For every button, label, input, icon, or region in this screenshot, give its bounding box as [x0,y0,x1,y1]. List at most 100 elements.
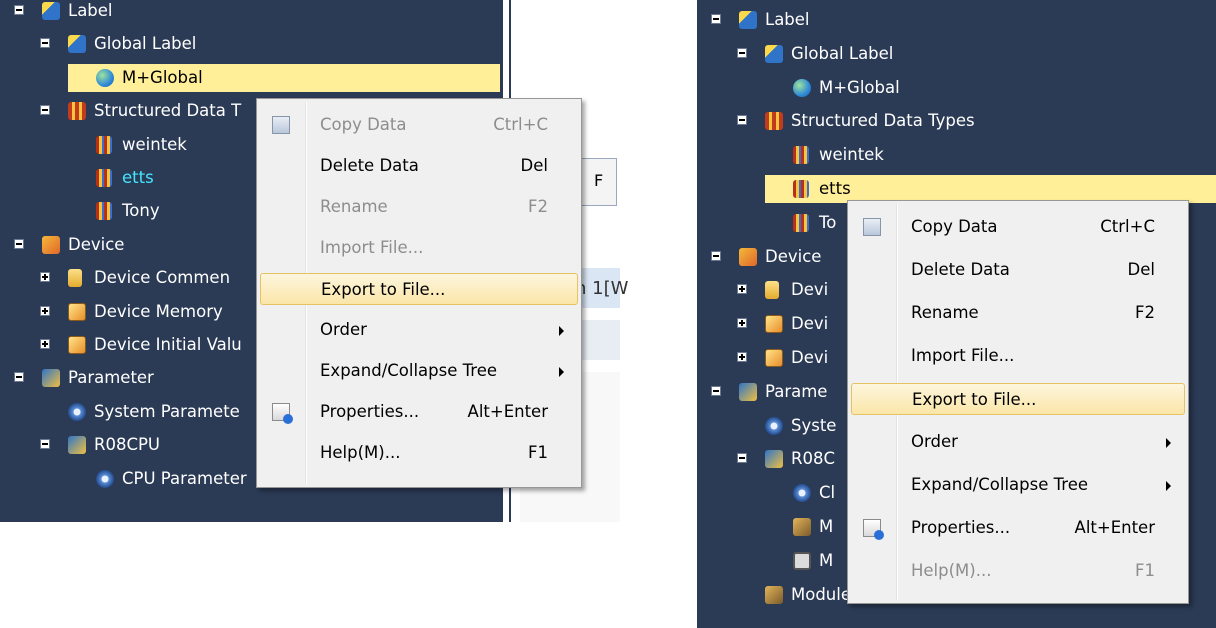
submenu-arrow-icon [559,367,564,377]
struct-item-icon [793,213,809,232]
folder-icon [765,281,779,300]
tree-item-label: CPU Parameter [122,468,247,488]
menu-item-label: Export to File... [321,280,446,299]
tree-item-label: M+Global [819,77,900,97]
copy-icon [272,116,290,134]
menu-item-shortcut: Ctrl+C [493,115,548,134]
collapse-icon[interactable] [40,38,50,49]
tree-item-label: M [819,550,834,570]
struct-icon [765,112,783,131]
menu-item-expand-collapse-tree[interactable]: Expand/Collapse Tree [851,469,1185,501]
tree-item-label: Device [68,234,125,254]
collapse-icon[interactable] [40,439,50,450]
tree-item[interactable]: Label [0,0,500,25]
right-context-menu: Copy Data Ctrl+C Delete Data Del Rename F2 Imp… [847,200,1189,604]
struct-item-icon [793,146,809,165]
tree-item[interactable]: etts [765,175,1216,203]
memory-icon [765,349,783,367]
struct-item-icon [96,169,112,187]
menu-item-label: Import File... [320,238,424,257]
tree-item-label: etts [122,168,154,187]
expand-icon[interactable] [737,318,747,329]
label-icon [68,35,86,54]
menu-item-rename[interactable]: Rename F2 [260,191,578,223]
expand-icon[interactable] [40,339,50,349]
menu-item-label: Delete Data [320,156,419,175]
collapse-icon[interactable] [14,238,24,249]
gear-icon [68,402,86,421]
menu-item-help-m[interactable]: Help(M)... F1 [851,555,1185,587]
menu-item-order[interactable]: Order [260,314,578,346]
module-icon [793,518,811,536]
collapse-icon[interactable] [737,47,747,58]
expand-icon[interactable] [40,272,50,283]
menu-item-label: Copy Data [911,217,998,236]
tree-item-label: To [819,212,837,232]
collapse-icon[interactable] [711,14,721,24]
globe-icon [793,78,811,97]
module-icon-2 [793,551,811,570]
submenu-arrow-icon [1166,438,1171,448]
tree-item[interactable]: Label [697,6,1216,34]
expand-icon[interactable] [737,352,747,362]
tree-item-label: Structured Data T [94,101,242,121]
tree-item-label: Tony [122,201,160,221]
tree-item-label: Global Label [94,34,197,54]
collapse-icon[interactable] [14,372,24,383]
module-icon [765,585,783,604]
menu-item-order[interactable]: Order [851,426,1185,458]
tree-item[interactable]: Structured Data Types [697,107,1216,135]
menu-item-delete-data[interactable]: Delete Data Del [260,150,578,182]
tree-item-label: R08C [791,449,835,469]
menu-item-label: Export to File... [912,390,1037,409]
globe-icon [96,68,114,87]
tree-item-label: Devi [791,348,829,367]
menu-item-properties[interactable]: Properties... Alt+Enter [260,396,578,428]
struct-item-icon [96,202,112,221]
memory-icon [765,315,783,334]
menu-item-expand-collapse-tree[interactable]: Expand/Collapse Tree [260,355,578,387]
expand-icon[interactable] [40,305,50,316]
menu-item-label: Order [911,432,958,451]
tree-item-label: Label [765,10,810,29]
left-context-menu: Copy Data Ctrl+C Delete Data Del Rename F2 Imp… [256,98,582,488]
bg-tab-f[interactable]: F [594,171,603,190]
menu-item-label: Rename [911,303,979,322]
menu-item-export-to-file[interactable]: Export to File... [851,383,1185,415]
menu-item-copy-data[interactable]: Copy Data Ctrl+C [851,211,1185,243]
properties-icon [272,403,293,424]
memory-icon [68,302,86,321]
menu-item-label: Help(M)... [911,561,992,580]
collapse-icon[interactable] [40,105,50,116]
label-icon [765,44,783,63]
menu-item-import-file[interactable]: Import File... [260,232,578,264]
collapse-icon[interactable] [14,5,24,15]
collapse-icon[interactable] [711,385,721,396]
tree-item-label: M [819,517,834,536]
menu-item-import-file[interactable]: Import File... [851,340,1185,372]
collapse-icon[interactable] [711,250,721,261]
menu-item-label: Order [320,320,367,339]
menu-item-shortcut: Ctrl+C [1100,217,1155,236]
menu-item-label: Delete Data [911,260,1010,279]
memory-icon [68,336,86,354]
menu-item-properties[interactable]: Properties... Alt+Enter [851,512,1185,544]
struct-item-icon [793,180,809,198]
collapse-icon[interactable] [737,115,747,126]
menu-item-export-to-file[interactable]: Export to File... [260,273,578,305]
menu-item-copy-data[interactable]: Copy Data Ctrl+C [260,109,578,141]
tree-item[interactable]: M+Global [68,63,500,92]
tree-item[interactable]: weintek [697,141,1216,169]
menu-item-delete-data[interactable]: Delete Data Del [851,254,1185,286]
properties-icon [863,519,884,540]
menu-item-help-m[interactable]: Help(M)... F1 [260,437,578,469]
menu-item-rename[interactable]: Rename F2 [851,297,1185,329]
expand-icon[interactable] [737,284,747,295]
tree-item-label: weintek [819,145,884,165]
collapse-icon[interactable] [737,453,747,464]
tree-item[interactable]: M+Global [697,74,1216,102]
parameter-icon [739,382,757,401]
tree-item[interactable]: Global Label [697,40,1216,68]
tree-item[interactable]: Global Label [0,30,500,58]
menu-item-shortcut: Del [1127,260,1155,279]
